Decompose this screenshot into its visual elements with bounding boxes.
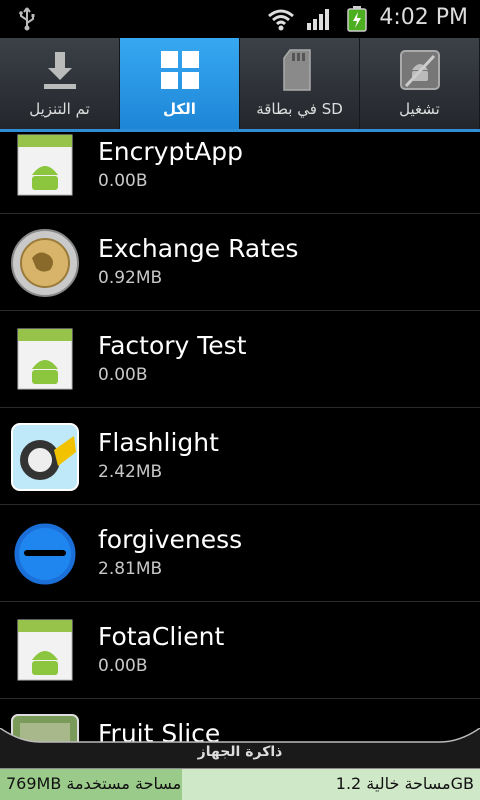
- tab-sd-card[interactable]: في بطاقة SD: [240, 38, 360, 129]
- list-item-factory-test[interactable]: Factory Test 0.00B: [0, 311, 480, 408]
- app-name: Factory Test: [98, 331, 247, 360]
- app-name: forgiveness: [98, 525, 243, 554]
- app-list: EncryptApp 0.00B Exchange Rates 0.92MB F…: [0, 132, 480, 772]
- storage-free-text: مساحة خالية 1.2GB: [335, 774, 474, 793]
- app-name: EncryptApp: [98, 137, 243, 166]
- tab-label: تشغيل: [399, 100, 440, 118]
- list-item-fotaclient[interactable]: FotaClient 0.00B: [0, 602, 480, 699]
- list-item-flashlight[interactable]: Flashlight 2.42MB: [0, 408, 480, 505]
- list-item-forgiveness[interactable]: forgiveness 2.81MB: [0, 505, 480, 602]
- flashlight-icon: [11, 423, 79, 491]
- tab-bar: تم التنزيل الكل في بطاقة SD تشغيل: [0, 38, 480, 132]
- forgiveness-icon: [11, 520, 79, 588]
- running-app-icon: [400, 50, 440, 90]
- usb-icon: [19, 7, 35, 31]
- list-item-exchange-rates[interactable]: Exchange Rates 0.92MB: [0, 214, 480, 311]
- app-name: FotaClient: [98, 622, 225, 651]
- storage-title: ذاكرة الجهاز: [197, 744, 283, 760]
- grid-icon: [161, 51, 199, 89]
- status-bar: 4:02 PM: [0, 0, 480, 38]
- list-item-encryptapp[interactable]: EncryptApp 0.00B: [0, 132, 480, 214]
- app-size: 0.00B: [98, 365, 148, 385]
- tab-label: تم التنزيل: [29, 100, 90, 118]
- android-default-icon: [17, 619, 73, 681]
- tab-all[interactable]: الكل: [120, 38, 240, 129]
- app-name: Flashlight: [98, 428, 219, 457]
- app-size: 0.92MB: [98, 268, 163, 288]
- app-size: 2.42MB: [98, 462, 163, 482]
- app-size: 0.00B: [98, 171, 148, 191]
- storage-bar: 769MB مساحة مستخدمة مساحة خالية 1.2GB: [0, 768, 480, 800]
- sd-card-icon: [283, 49, 311, 91]
- tab-label: الكل: [163, 100, 196, 118]
- download-icon: [44, 52, 76, 89]
- app-size: 2.81MB: [98, 559, 163, 579]
- app-size: 0.00B: [98, 656, 148, 676]
- app-name: Exchange Rates: [98, 234, 299, 263]
- clock: 4:02 PM: [379, 5, 468, 30]
- tab-running[interactable]: تشغيل: [360, 38, 480, 129]
- wifi-icon: [268, 9, 294, 31]
- tab-downloaded[interactable]: تم التنزيل: [0, 38, 120, 129]
- signal-icon: [307, 9, 329, 30]
- android-default-icon: [17, 134, 73, 196]
- battery-charging-icon: [347, 6, 367, 32]
- tab-label: في بطاقة SD: [256, 100, 343, 118]
- coin-globe-icon: [11, 229, 79, 297]
- android-default-icon: [17, 328, 73, 390]
- storage-used-text: 769MB مساحة مستخدمة: [6, 774, 182, 793]
